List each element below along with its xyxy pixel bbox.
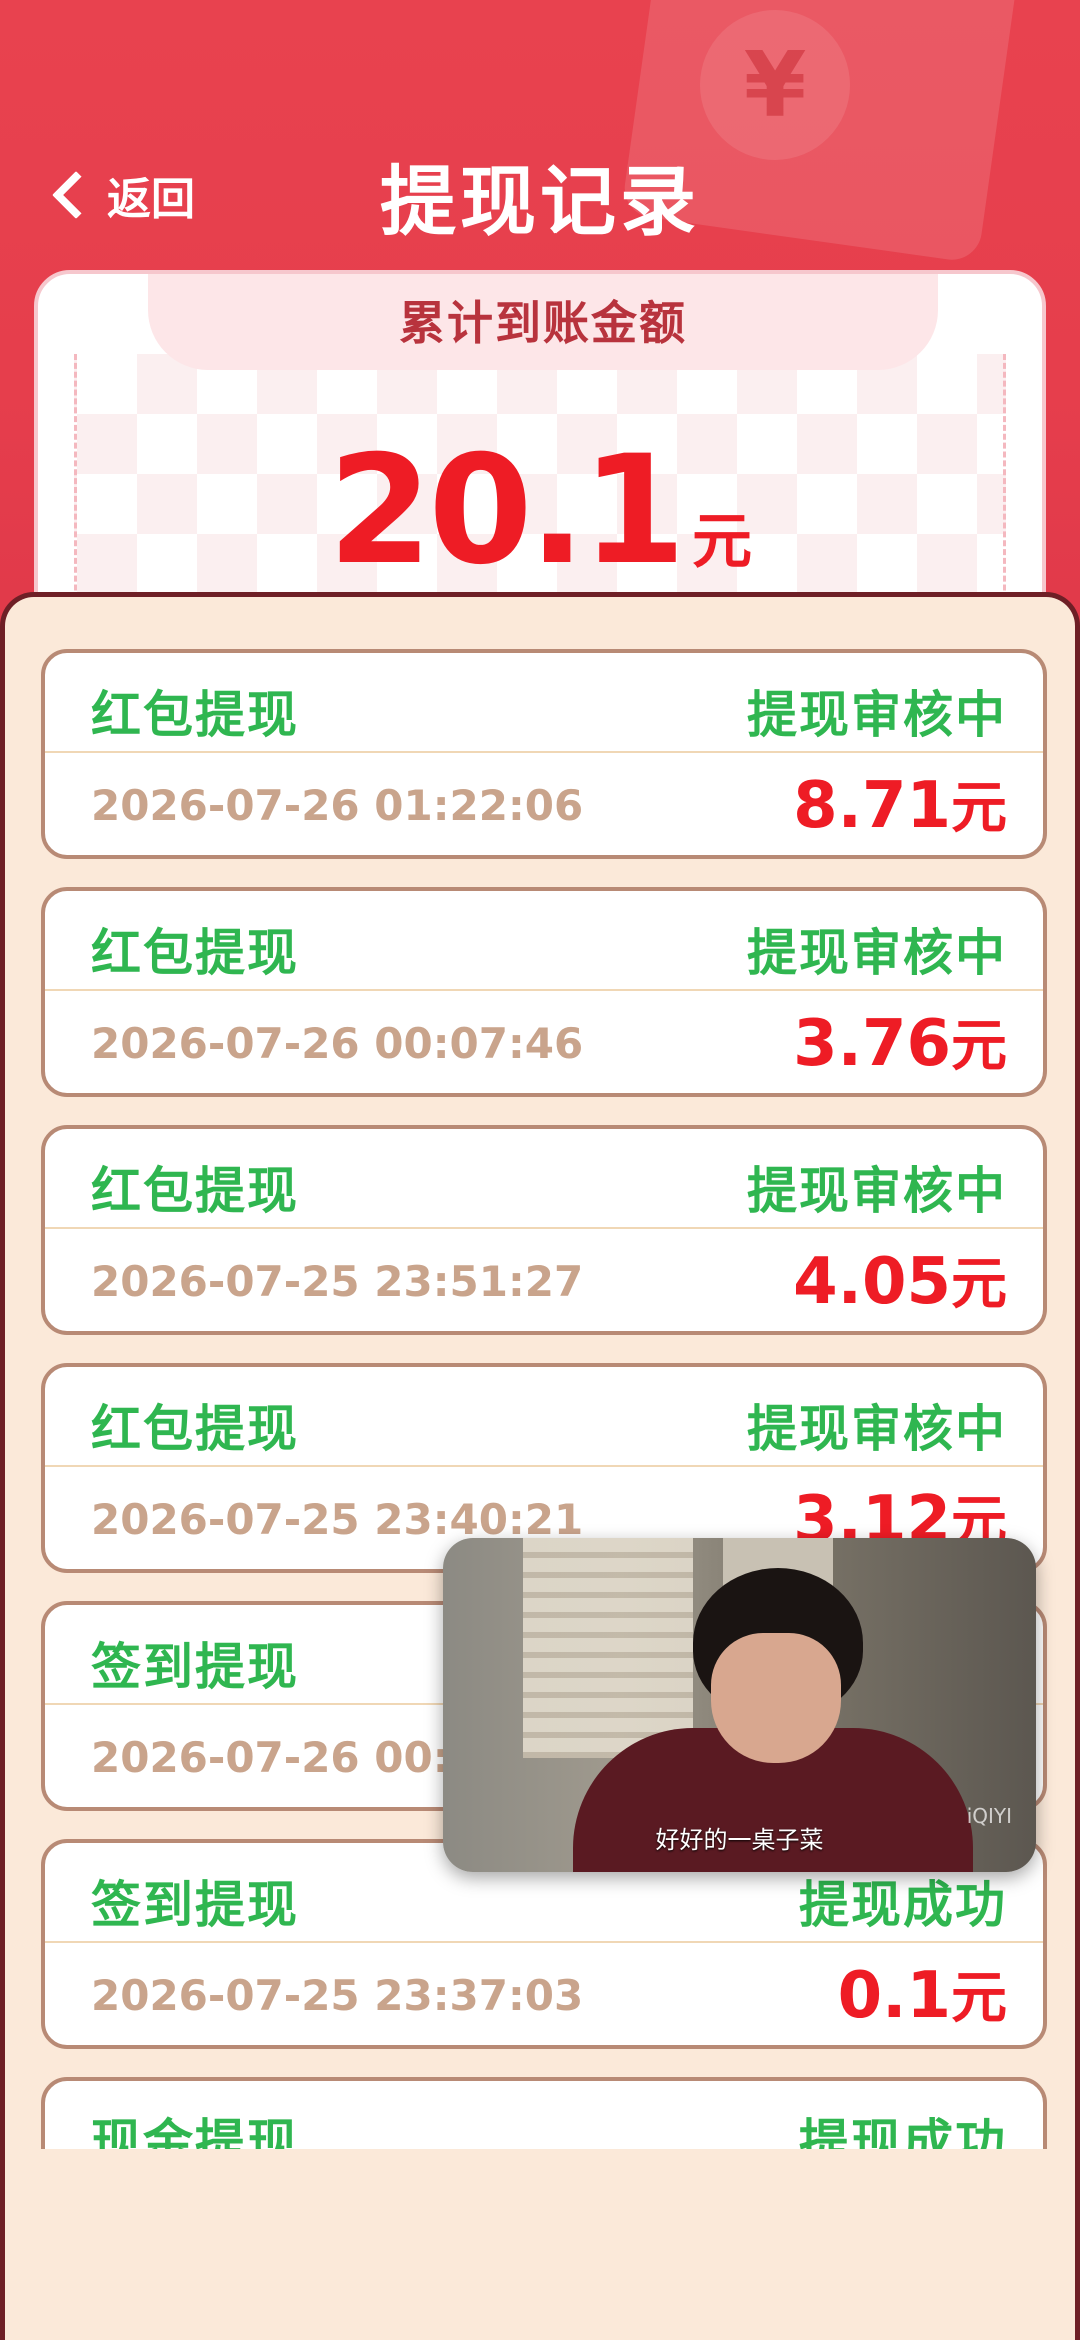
record-time: 2026-07-25 23:40:21 xyxy=(91,1495,584,1544)
record-type: 签到提现 xyxy=(91,1638,299,1696)
record-item[interactable]: 红包提现 提现审核中 2026-07-25 23:51:27 4.05元 xyxy=(41,1125,1047,1335)
record-type: 红包提现 xyxy=(91,1162,299,1220)
record-status: 提现成功 xyxy=(799,2114,1007,2149)
record-type: 红包提现 xyxy=(91,1400,299,1458)
record-amount: 0.1元 xyxy=(838,1953,1007,2034)
record-status: 提现审核中 xyxy=(747,924,1007,982)
total-amount: 20.1 元 xyxy=(38,424,1042,598)
record-status: 提现审核中 xyxy=(747,686,1007,744)
record-type: 红包提现 xyxy=(91,686,299,744)
record-item[interactable]: 现金提现 提现成功 xyxy=(41,2077,1047,2149)
video-person-face xyxy=(711,1633,841,1763)
summary-card: 累计到账金额 20.1 元 xyxy=(34,270,1046,630)
record-time: 2026-07-26 01:22:06 xyxy=(91,781,584,830)
records-list[interactable]: 红包提现 提现审核中 2026-07-26 01:22:06 8.71元 红包提… xyxy=(41,649,1047,2149)
page-title: 提现记录 xyxy=(380,157,700,246)
record-item[interactable]: 红包提现 提现审核中 2026-07-26 01:22:06 8.71元 xyxy=(41,649,1047,859)
record-amount-unit: 元 xyxy=(951,1252,1007,1317)
header-banner: ¥ 返回 提现记录 累计到账金额 20.1 元 xyxy=(0,0,1080,640)
records-panel: 红包提现 提现审核中 2026-07-26 01:22:06 8.71元 红包提… xyxy=(0,592,1080,2340)
record-header: 现金提现 提现成功 xyxy=(45,2081,1043,2149)
record-type: 签到提现 xyxy=(91,1876,299,1934)
record-item[interactable]: 红包提现 提现审核中 2026-07-26 00:07:46 3.76元 xyxy=(41,887,1047,1097)
record-time: 2026-07-26 00:4 xyxy=(91,1733,479,1782)
floating-video-player[interactable]: iQIYI 好好的一桌子菜 xyxy=(443,1538,1036,1872)
record-time: 2026-07-26 00:07:46 xyxy=(91,1019,584,1068)
record-time: 2026-07-25 23:51:27 xyxy=(91,1257,584,1306)
record-amount-value: 0.1 xyxy=(837,1959,951,2033)
record-amount: 3.76元 xyxy=(793,1001,1007,1082)
record-status: 提现成功 xyxy=(799,1876,1007,1934)
total-amount-value: 20.1 xyxy=(327,424,686,598)
record-header: 红包提现 提现审核中 xyxy=(45,1129,1043,1229)
record-amount-unit: 元 xyxy=(951,1014,1007,1079)
record-amount: 8.71元 xyxy=(793,763,1007,844)
record-type: 红包提现 xyxy=(91,924,299,982)
record-header: 红包提现 提现审核中 xyxy=(45,891,1043,991)
record-time: 2026-07-25 23:37:03 xyxy=(91,1971,584,2020)
record-status: 提现审核中 xyxy=(747,1162,1007,1220)
record-amount-value: 8.71 xyxy=(793,769,951,843)
record-amount-unit: 元 xyxy=(951,776,1007,841)
yuan-coin-icon: ¥ xyxy=(700,10,850,160)
record-amount-value: 3.76 xyxy=(793,1007,951,1081)
total-amount-unit: 元 xyxy=(692,507,753,577)
record-status: 提现审核中 xyxy=(747,1400,1007,1458)
video-scene-window xyxy=(523,1538,693,1758)
record-amount-unit: 元 xyxy=(951,1966,1007,2031)
video-subtitle: 好好的一桌子菜 xyxy=(655,1826,824,1854)
record-amount-value: 4.05 xyxy=(793,1245,951,1319)
record-header: 红包提现 提现审核中 xyxy=(45,653,1043,753)
record-header: 红包提现 提现审核中 xyxy=(45,1367,1043,1467)
record-type: 现金提现 xyxy=(91,2114,299,2149)
summary-label: 累计到账金额 xyxy=(148,274,938,370)
record-amount: 4.05元 xyxy=(793,1239,1007,1320)
